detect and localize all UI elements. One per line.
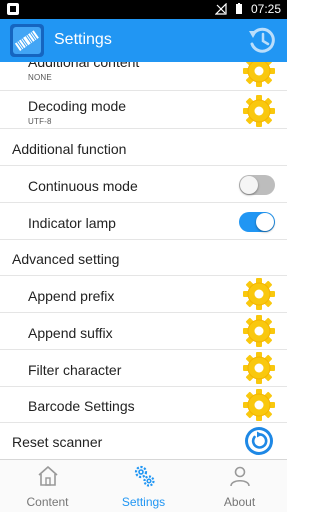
setting-barcode-settings[interactable]: Barcode Settings [0, 387, 287, 423]
notification-icon [7, 3, 19, 15]
setting-label: Barcode Settings [28, 398, 135, 414]
setting-append-suffix[interactable]: Append suffix [0, 313, 287, 350]
bottom-navigation: Content Settings About [0, 459, 287, 512]
nav-label: Content [26, 495, 69, 509]
setting-indicator-lamp[interactable]: Indicator lamp [0, 203, 287, 240]
page-title: Settings [54, 31, 112, 48]
gears-icon [134, 465, 155, 487]
setting-label: Reset scanner [12, 434, 103, 450]
setting-additional-content[interactable]: Additional content NONE [0, 62, 287, 91]
setting-label: Additional content [28, 62, 140, 70]
status-bar: 07:25 [0, 0, 287, 19]
nav-content[interactable]: Content [0, 460, 95, 512]
setting-reset-scanner[interactable]: Reset scanner [0, 423, 287, 459]
nav-label: About [223, 495, 256, 509]
indicator-lamp-toggle[interactable] [239, 212, 275, 232]
setting-label: Append prefix [28, 288, 115, 304]
no-signal-icon [214, 3, 227, 15]
setting-filter-character[interactable]: Filter character [0, 350, 287, 387]
setting-label: Append suffix [28, 325, 113, 341]
setting-decoding-mode[interactable]: Decoding mode UTF-8 [0, 91, 287, 129]
gear-icon[interactable] [242, 314, 276, 348]
setting-continuous-mode[interactable]: Continuous mode [0, 166, 287, 203]
reset-icon[interactable] [244, 426, 274, 456]
gear-icon[interactable] [242, 351, 276, 385]
toggle-knob [256, 213, 274, 231]
setting-value: UTF-8 [28, 117, 52, 126]
nav-settings[interactable]: Settings [96, 460, 191, 512]
scanner-logo-icon[interactable] [10, 24, 44, 57]
gear-icon[interactable] [242, 388, 276, 422]
setting-value: NONE [28, 73, 52, 82]
gear-icon[interactable] [242, 62, 276, 88]
gear-icon[interactable] [242, 94, 276, 128]
setting-label: Indicator lamp [28, 215, 116, 231]
status-time: 07:25 [250, 2, 281, 16]
setting-label: Decoding mode [28, 98, 127, 114]
battery-icon [235, 3, 242, 14]
nav-label: Settings [121, 495, 166, 509]
setting-label: Filter character [28, 362, 122, 378]
settings-list: Additional content NONE Decoding mode UT… [0, 62, 287, 459]
home-icon [38, 466, 58, 486]
section-advanced-setting: Advanced setting [0, 240, 287, 276]
history-icon[interactable] [246, 24, 278, 56]
person-icon [230, 466, 250, 487]
nav-about[interactable]: About [192, 460, 287, 512]
section-heading: Additional function [12, 141, 127, 157]
toggle-knob [240, 176, 258, 194]
section-additional-function: Additional function [0, 129, 287, 166]
app-bar: Settings [0, 19, 287, 62]
section-heading: Advanced setting [12, 251, 120, 267]
setting-append-prefix[interactable]: Append prefix [0, 276, 287, 313]
continuous-mode-toggle[interactable] [239, 175, 275, 195]
setting-label: Continuous mode [28, 178, 138, 194]
gear-icon[interactable] [242, 277, 276, 311]
